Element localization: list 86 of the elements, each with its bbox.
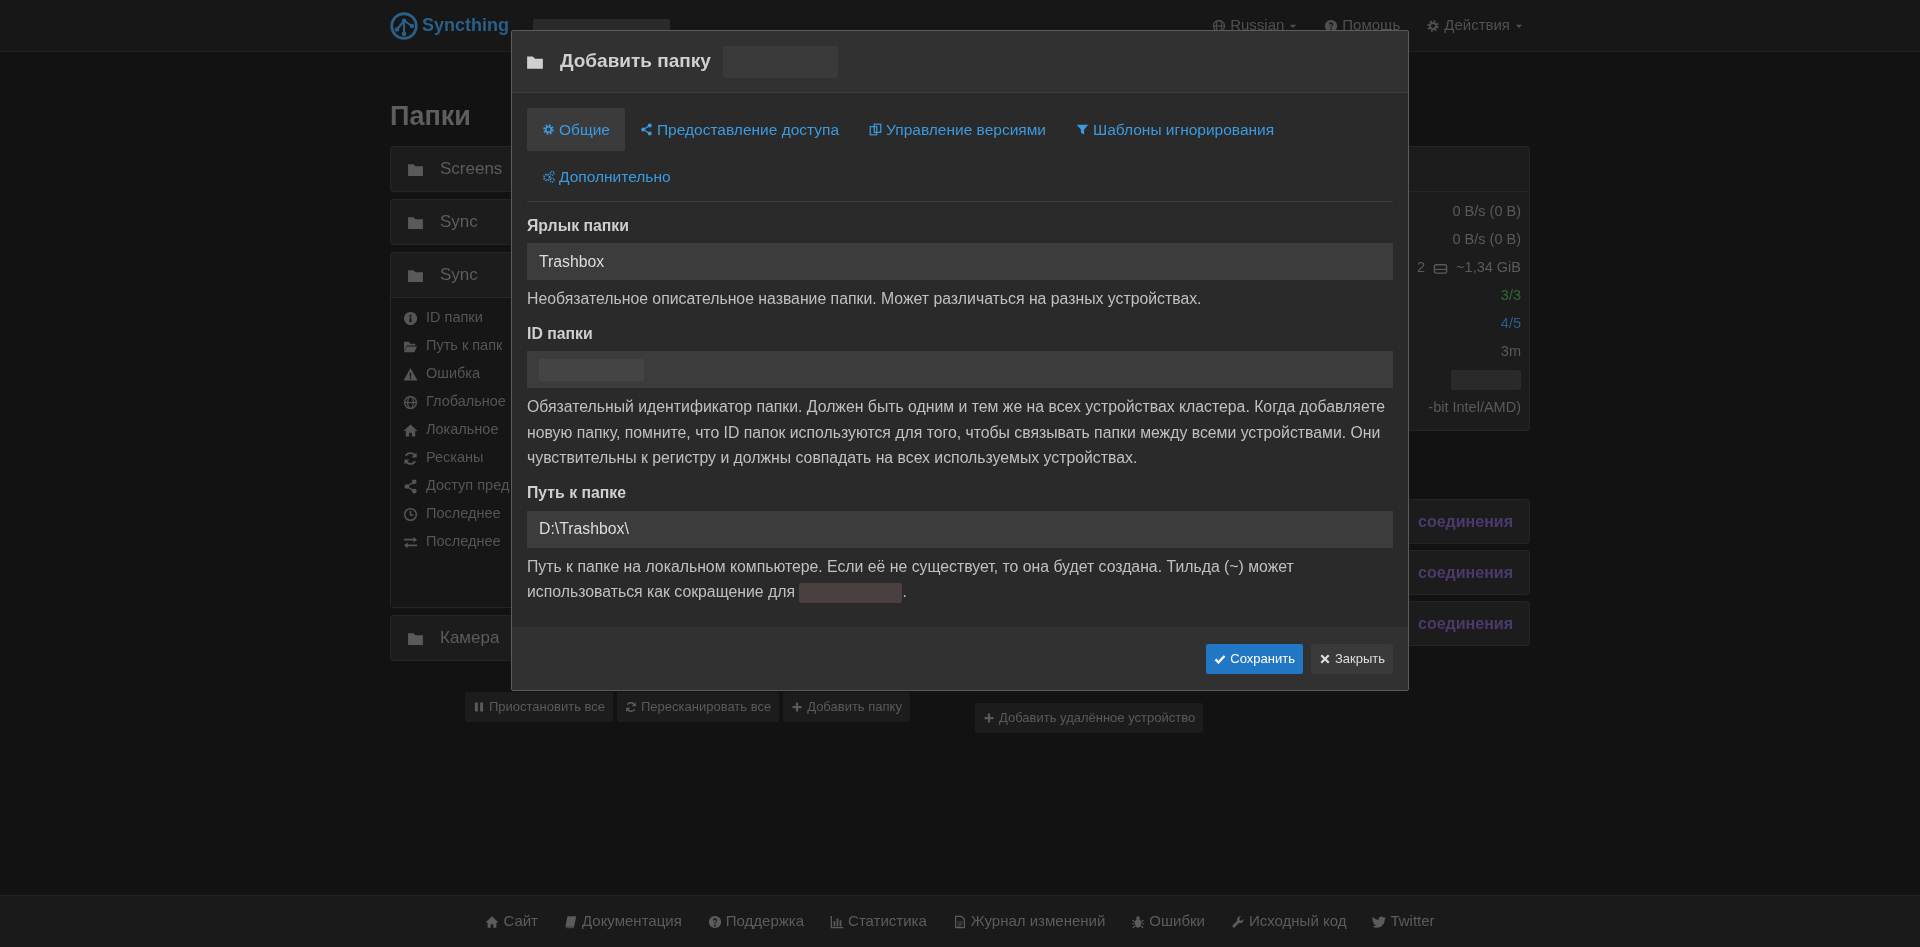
tab[interactable]: Управление версиями [854,108,1061,152]
stat-value: 3/3 [1500,286,1521,306]
dialog-title: Добавить папку [560,49,711,74]
stat-value: -bit Intel/AMD) [1428,398,1521,418]
detail-label: Ресканы [426,448,484,468]
folder-name: Камера [440,627,500,650]
detail-label: Локальное [426,420,499,440]
detail-label: Глобальное [426,392,506,412]
gear-icon [1426,18,1441,33]
logo-icon [390,11,418,40]
book-icon [563,914,578,929]
detail-label: Последнее [426,532,501,552]
footer-link[interactable]: Исходный код [1230,910,1347,933]
footer-link[interactable]: Статистика [830,910,927,933]
field-label: ID папки [527,323,594,344]
wrench-icon [1230,914,1245,929]
bug-icon [1131,914,1146,929]
device-status: соединения [1418,511,1513,532]
detail-label: Ошибка [426,364,481,384]
field-label: Путь к папке [527,482,628,503]
stat-value: 0 B/s (0 B) [1452,230,1521,250]
refresh-icon [403,450,418,466]
folder-name: Sync [440,211,478,234]
arrows-icon [403,534,418,550]
nav-menu[interactable]: Помощь [1324,14,1401,37]
help-icon [707,914,722,929]
folder-name: Screens [440,158,503,181]
nav-menu[interactable]: Действия [1426,14,1524,37]
footer-link[interactable]: Twitter [1372,910,1435,933]
share-icon [403,478,418,494]
detail-label: Доступ пред [426,476,510,496]
folder-name: Sync [440,264,478,287]
page-title: Папки [390,100,471,132]
filter-icon [1076,123,1089,137]
footer-link[interactable]: Поддержка [707,910,805,933]
stat-value: 4/5 [1500,314,1521,334]
input-field[interactable]: Trashbox [527,243,1393,281]
globe-icon [403,394,418,410]
warning-icon [403,366,418,382]
footer-link[interactable]: Документация [563,910,682,933]
gear-icon [542,123,555,137]
help-text: Путь к папке на локальном компьютере. Если её не существует, то она будет создана. Тильда (~) может использоваться как сокращение для . [527,556,1295,605]
refresh-icon [625,700,637,713]
input-field[interactable]: D:\Trashbox\ [527,510,1393,548]
help-text: Обязательный идентификатор папки. Должен быть одним и тем же на всех устройствах кластера. Когда добавляете новую папку, помните, что ID папок используются для того, чтобы связывать папки между всеми устройствами. Они чувствительны к регистру и должны совпадать на всех используемых устройствах. [527,397,1386,469]
folder-action-button[interactable]: Приостановить все [465,692,613,722]
footer-link[interactable]: Журнал изменений [952,910,1106,933]
input-field[interactable] [527,351,1393,389]
bird-icon [1372,914,1387,929]
brand-name[interactable]: Syncthing [422,12,509,39]
chart-icon [830,914,845,929]
tab[interactable]: Предоставление доступа [624,108,855,152]
stat-value: 2 [1417,258,1426,278]
tab[interactable]: Общие [527,108,625,152]
info-icon [403,310,418,326]
detail-label: ID папки [426,308,483,328]
device-status: соединения [1418,562,1513,583]
device-status: соединения [1418,613,1513,634]
copy-icon [869,123,883,137]
add-device-button[interactable]: Добавить удалённое устройство [975,703,1204,733]
file-icon [952,914,967,929]
stat-value: ~1,34 GiB [1456,258,1521,278]
check-icon [1214,652,1227,665]
clock-icon [403,506,418,522]
footer-link[interactable]: Ошибки [1131,910,1205,933]
footer-link[interactable]: Сайт [485,910,538,933]
field-label: Ярлык папки [527,215,630,236]
detail-label: Путь к папк [426,336,503,356]
close-icon [1318,652,1331,665]
save-button[interactable]: Сохранить [1206,643,1303,674]
help-text: Необязательное описательное название папки. Может различаться на разных устройствах. [527,289,1203,310]
folder-action-button[interactable]: Добавить папку [783,692,910,722]
tab[interactable]: Шаблоны игнорирования [1061,108,1290,152]
close-button[interactable]: Закрыть [1310,643,1393,674]
plus-icon [983,711,995,724]
stat-value: 3m [1500,342,1521,362]
home-icon [485,914,500,929]
home-icon [403,422,418,438]
share-icon [639,123,653,137]
tab[interactable]: Дополнительно [527,155,686,199]
pause-icon [473,700,485,713]
detail-label: Последнее [426,504,501,524]
nav-menu[interactable]: Russian [1212,14,1299,37]
stat-value: 0 B/s (0 B) [1452,202,1521,222]
plus-icon [791,700,804,713]
folder-action-button[interactable]: Пересканировать все [617,692,780,722]
